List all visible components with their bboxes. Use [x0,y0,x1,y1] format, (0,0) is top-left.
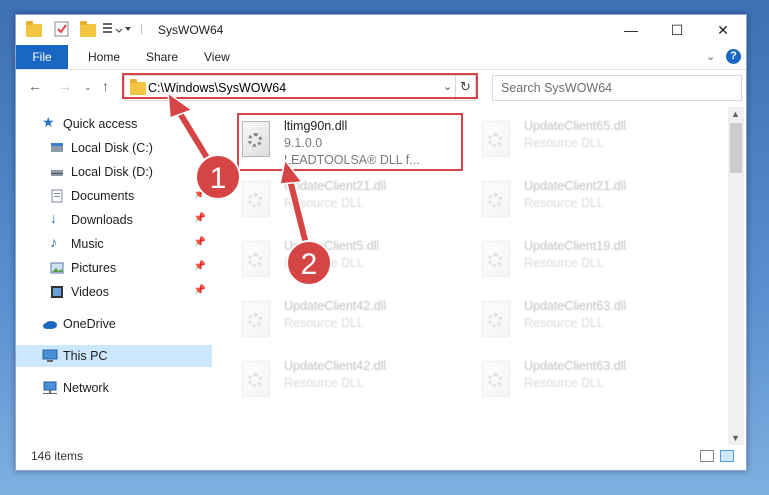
step-badge-2: 2 [286,240,332,286]
annotation-arrows [167,91,312,253]
step-badge-1: 1 [195,154,241,200]
